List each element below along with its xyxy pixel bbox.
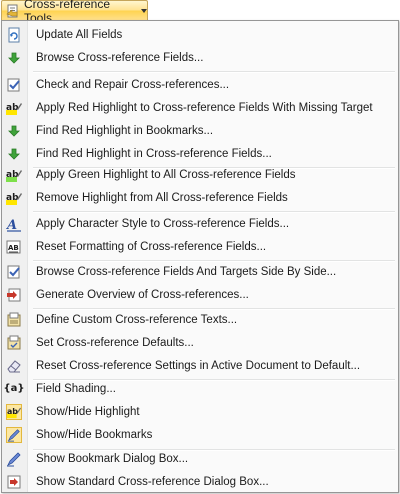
menu-item-label: Define Custom Cross-reference Texts...	[36, 314, 238, 326]
screen: Cross-reference Tools Update All Fields …	[0, 0, 400, 494]
menu-item-field-shading[interactable]: {a} Field Shading...	[2, 378, 398, 400]
menu-item-remove-highlight[interactable]: ab Remove Highlight from All Cross-refer…	[2, 187, 398, 209]
eraser-icon	[6, 358, 22, 374]
highlight-ab-icon: ab	[6, 167, 22, 183]
field-shading-icon: {a}	[3, 383, 25, 394]
update-fields-icon	[6, 27, 22, 43]
menu-item-label: Reset Formatting of Cross-reference Fiel…	[36, 241, 267, 253]
bookmark-pen-icon	[6, 427, 22, 443]
menu-item-show-standard-dialog[interactable]: Show Standard Cross-reference Dialog Box…	[2, 471, 398, 493]
menu-item-label: Show/Hide Bookmarks	[36, 429, 153, 441]
menu-item-label: Show Standard Cross-reference Dialog Box…	[36, 476, 269, 488]
dropdown-menu: Update All Fields Browse Cross-reference…	[1, 20, 399, 493]
menu-item-label: Reset Cross-reference Settings in Active…	[36, 360, 361, 372]
menu-item-label: Show Bookmark Dialog Box...	[36, 453, 189, 465]
menu-item-label: Find Red Highlight in Cross-reference Fi…	[36, 148, 272, 160]
menu-item-show-bookmark-dialog[interactable]: Show Bookmark Dialog Box...	[2, 448, 398, 470]
menu-item-browse-side-by-side[interactable]: Browse Cross-reference Fields And Target…	[2, 261, 398, 283]
menu-item-reset-settings[interactable]: Reset Cross-reference Settings in Active…	[2, 355, 398, 377]
menu-item-label: Find Red Highlight in Bookmarks...	[36, 125, 214, 137]
menu-item-label: Apply Green Highlight to All Cross-refer…	[36, 169, 296, 181]
menu-item-label: Browse Cross-reference Fields...	[36, 52, 204, 64]
standard-dialog-icon	[6, 474, 22, 490]
defaults-icon	[6, 335, 22, 351]
svg-text:ab: ab	[7, 407, 18, 416]
cross-reference-tools-icon	[6, 4, 20, 18]
green-arrow-down-icon	[6, 146, 22, 162]
generate-overview-icon	[6, 287, 22, 303]
menu-item-set-defaults[interactable]: Set Cross-reference Defaults...	[2, 332, 398, 354]
menu-item-update-all-fields[interactable]: Update All Fields	[2, 24, 398, 46]
define-texts-icon	[6, 312, 22, 328]
menu-item-find-red-fields[interactable]: Find Red Highlight in Cross-reference Fi…	[2, 143, 398, 165]
menu-item-show-hide-bookmarks[interactable]: Show/Hide Bookmarks	[2, 424, 398, 446]
green-arrow-down-icon	[6, 50, 22, 66]
menu-item-generate-overview[interactable]: Generate Overview of Cross-references...	[2, 284, 398, 306]
menu-separator	[33, 71, 395, 73]
svg-text:ab: ab	[6, 170, 19, 180]
menu-item-apply-red-highlight[interactable]: ab Apply Red Highlight to Cross-referenc…	[2, 97, 398, 119]
menu-item-define-custom-texts[interactable]: Define Custom Cross-reference Texts...	[2, 309, 398, 331]
svg-text:A: A	[6, 218, 17, 232]
menu-item-label: Check and Repair Cross-references...	[36, 79, 230, 91]
menu-item-apply-green-highlight[interactable]: ab Apply Green Highlight to All Cross-re…	[2, 164, 398, 186]
menu-item-find-red-bookmarks[interactable]: Find Red Highlight in Bookmarks...	[2, 120, 398, 142]
svg-text:ab: ab	[6, 193, 19, 203]
check-repair-icon	[6, 264, 22, 280]
menu-item-browse-fields[interactable]: Browse Cross-reference Fields...	[2, 47, 398, 69]
menu-item-label: Update All Fields	[36, 29, 123, 41]
menu-item-check-repair[interactable]: Check and Repair Cross-references...	[2, 74, 398, 96]
menu-item-label: Apply Red Highlight to Cross-reference F…	[36, 102, 373, 114]
menu-item-label: Apply Character Style to Cross-reference…	[36, 218, 290, 230]
bookmark-pen-icon	[6, 451, 22, 467]
menu-item-label: Remove Highlight from All Cross-referenc…	[36, 192, 288, 204]
highlight-ab-icon: ab	[6, 404, 22, 420]
svg-text:AB: AB	[8, 244, 19, 252]
menu-item-label: Generate Overview of Cross-references...	[36, 289, 249, 301]
menu-item-show-hide-highlight[interactable]: ab Show/Hide Highlight	[2, 401, 398, 423]
highlight-ab-icon: ab	[6, 100, 22, 116]
chevron-down-icon	[141, 8, 147, 13]
character-style-icon: A	[6, 216, 22, 232]
menu-item-label: Show/Hide Highlight	[36, 406, 140, 418]
svg-text:ab: ab	[6, 103, 19, 113]
menu-item-reset-formatting[interactable]: AB Reset Formatting of Cross-reference F…	[2, 236, 398, 258]
menu-item-apply-character-style[interactable]: A Apply Character Style to Cross-referen…	[2, 213, 398, 235]
menu-item-label: Field Shading...	[36, 383, 116, 395]
check-repair-icon	[6, 77, 22, 93]
reset-formatting-icon: AB	[6, 239, 22, 255]
cross-reference-tools-button[interactable]: Cross-reference Tools	[1, 0, 148, 25]
menu-item-label: Set Cross-reference Defaults...	[36, 337, 194, 349]
highlight-ab-icon: ab	[6, 190, 22, 206]
green-arrow-down-icon	[6, 123, 22, 139]
menu-item-label: Browse Cross-reference Fields And Target…	[36, 266, 337, 278]
